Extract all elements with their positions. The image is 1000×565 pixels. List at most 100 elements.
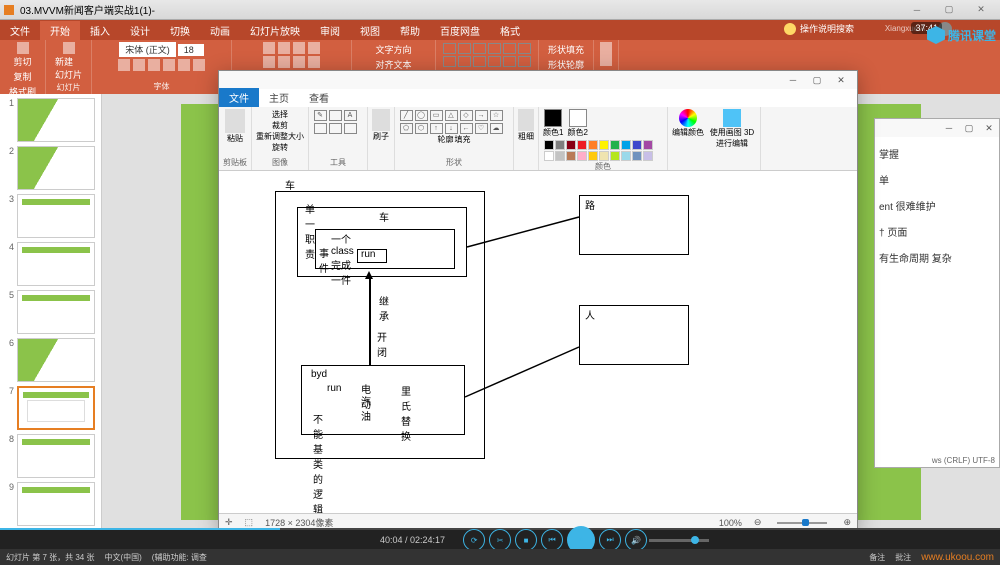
align-left-button[interactable] (263, 56, 275, 68)
outline-button[interactable]: 轮廓 (438, 134, 454, 145)
shape-icon[interactable] (443, 56, 456, 67)
color-swatch[interactable] (621, 151, 631, 161)
color-swatch[interactable] (610, 151, 620, 161)
shape-icon[interactable]: ♡ (475, 123, 488, 134)
color1-swatch[interactable] (544, 109, 562, 127)
tab-home[interactable]: 开始 (40, 21, 80, 40)
color-swatch[interactable] (610, 140, 620, 150)
color-swatch[interactable] (566, 151, 576, 161)
select-button[interactable]: 选择 (272, 109, 288, 120)
tell-me-search[interactable]: 操作说明搜索 (784, 22, 854, 35)
text-icon[interactable]: A (344, 110, 357, 121)
tab-help[interactable]: 帮助 (390, 21, 430, 40)
paste-icon[interactable] (17, 42, 29, 54)
fill-icon[interactable] (329, 110, 342, 121)
tab-anim[interactable]: 动画 (200, 21, 240, 40)
eraser-icon[interactable] (314, 123, 327, 134)
shadow-button[interactable] (178, 59, 190, 71)
close-button[interactable]: ✕ (966, 1, 996, 19)
slide-panel[interactable]: 12345678910 (0, 94, 102, 530)
zoom-icon[interactable] (344, 123, 357, 134)
paint-max[interactable]: ▢ (805, 75, 829, 86)
cut-button[interactable]: 剪切 (11, 54, 35, 69)
shape-icon[interactable]: ↓ (445, 123, 458, 134)
color-swatch[interactable] (577, 151, 587, 161)
shape-icon[interactable]: ⬡ (415, 123, 428, 134)
fontcolor-button[interactable] (193, 59, 205, 71)
cut-icon[interactable]: ✂ (489, 529, 511, 551)
align-right-button[interactable] (293, 56, 305, 68)
slide-thumb-6[interactable]: 6 (2, 338, 99, 382)
slide-thumb-8[interactable]: 8 (2, 434, 99, 478)
tab-insert[interactable]: 插入 (80, 21, 120, 40)
color-swatch[interactable] (544, 151, 554, 161)
italic-button[interactable] (133, 59, 145, 71)
volume-slider[interactable] (649, 539, 709, 542)
editcolors-icon[interactable] (679, 109, 697, 127)
justify-button[interactable] (308, 56, 320, 68)
paint-tab-view[interactable]: 查看 (299, 88, 339, 107)
slide-thumb-1[interactable]: 1 (2, 98, 99, 142)
slide-thumb-5[interactable]: 5 (2, 290, 99, 334)
shape-icon[interactable] (518, 43, 531, 54)
maximize-button[interactable]: ▢ (934, 1, 964, 19)
shape-icon[interactable]: ╱ (400, 110, 413, 121)
notepad-window[interactable]: ─▢✕ 掌握 单 ent 很难维护 † 页面 有生命周期 复杂 ws (CRLF… (874, 118, 1000, 468)
tab-slideshow[interactable]: 幻灯片放映 (240, 21, 310, 40)
color-swatch[interactable] (555, 140, 565, 150)
slide-thumb-3[interactable]: 3 (2, 194, 99, 238)
shape-icon[interactable]: → (475, 110, 488, 121)
rotate-button[interactable]: 旋转 (272, 142, 288, 153)
font-size-select[interactable]: 18 (178, 44, 204, 56)
minimize-button[interactable]: ─ (902, 1, 932, 19)
find-button[interactable] (600, 42, 612, 54)
shape-icon[interactable]: ← (460, 123, 473, 134)
color-swatch[interactable] (621, 140, 631, 150)
underline-button[interactable] (148, 59, 160, 71)
shape-icon[interactable] (473, 43, 486, 54)
bold-button[interactable] (118, 59, 130, 71)
tab-baidu[interactable]: 百度网盘 (430, 21, 490, 40)
newslide-icon[interactable] (63, 42, 75, 54)
color-swatch[interactable] (599, 140, 609, 150)
shape-icon[interactable]: ◇ (460, 110, 473, 121)
color-swatch[interactable] (632, 151, 642, 161)
paint-min[interactable]: ─ (781, 75, 805, 85)
color-swatch[interactable] (544, 140, 554, 150)
paint-canvas[interactable]: 车 类 单一职责 车 一个class完成一件 事件 run 继承 开闭 byd … (219, 171, 857, 513)
stop-button[interactable]: ■ (515, 529, 537, 551)
shape-icon[interactable] (518, 56, 531, 67)
shape-icon[interactable] (488, 43, 501, 54)
picker-icon[interactable] (329, 123, 342, 134)
color-swatch[interactable] (643, 151, 653, 161)
bullets-button[interactable] (263, 42, 275, 54)
shape-icon[interactable] (488, 56, 501, 67)
tab-transition[interactable]: 切换 (160, 21, 200, 40)
tab-file[interactable]: 文件 (0, 21, 40, 40)
shape-icon[interactable]: △ (445, 110, 458, 121)
color-swatch[interactable] (632, 140, 642, 150)
settings-icon[interactable]: ⟳ (463, 529, 485, 551)
zoom-slider[interactable] (777, 522, 827, 524)
tab-format[interactable]: 格式 (490, 21, 530, 40)
color-swatch[interactable] (566, 140, 576, 150)
notes-button[interactable]: 备注 (869, 552, 885, 563)
prev-button[interactable]: ⏮ (541, 529, 563, 551)
crop-button[interactable]: 裁剪 (272, 120, 288, 131)
np-close[interactable]: ✕ (979, 123, 999, 134)
numbering-button[interactable] (278, 42, 290, 54)
copy-button[interactable]: 复制 (11, 69, 35, 84)
zoom-in[interactable]: ⊕ (843, 517, 851, 528)
replace-button[interactable] (600, 54, 612, 66)
color-swatch[interactable] (555, 151, 565, 161)
indent-dec-button[interactable] (293, 42, 305, 54)
paint-tab-home[interactable]: 主页 (259, 88, 299, 107)
volume-button[interactable]: 🔊 (625, 529, 647, 551)
indent-inc-button[interactable] (308, 42, 320, 54)
fill-button[interactable]: 填充 (455, 134, 471, 145)
paint3d-icon[interactable] (723, 109, 741, 127)
zoom-out[interactable]: ⊖ (754, 517, 762, 528)
shape-icon[interactable]: ◯ (415, 110, 428, 121)
shape-icon[interactable]: ▭ (430, 110, 443, 121)
color-swatch[interactable] (577, 140, 587, 150)
